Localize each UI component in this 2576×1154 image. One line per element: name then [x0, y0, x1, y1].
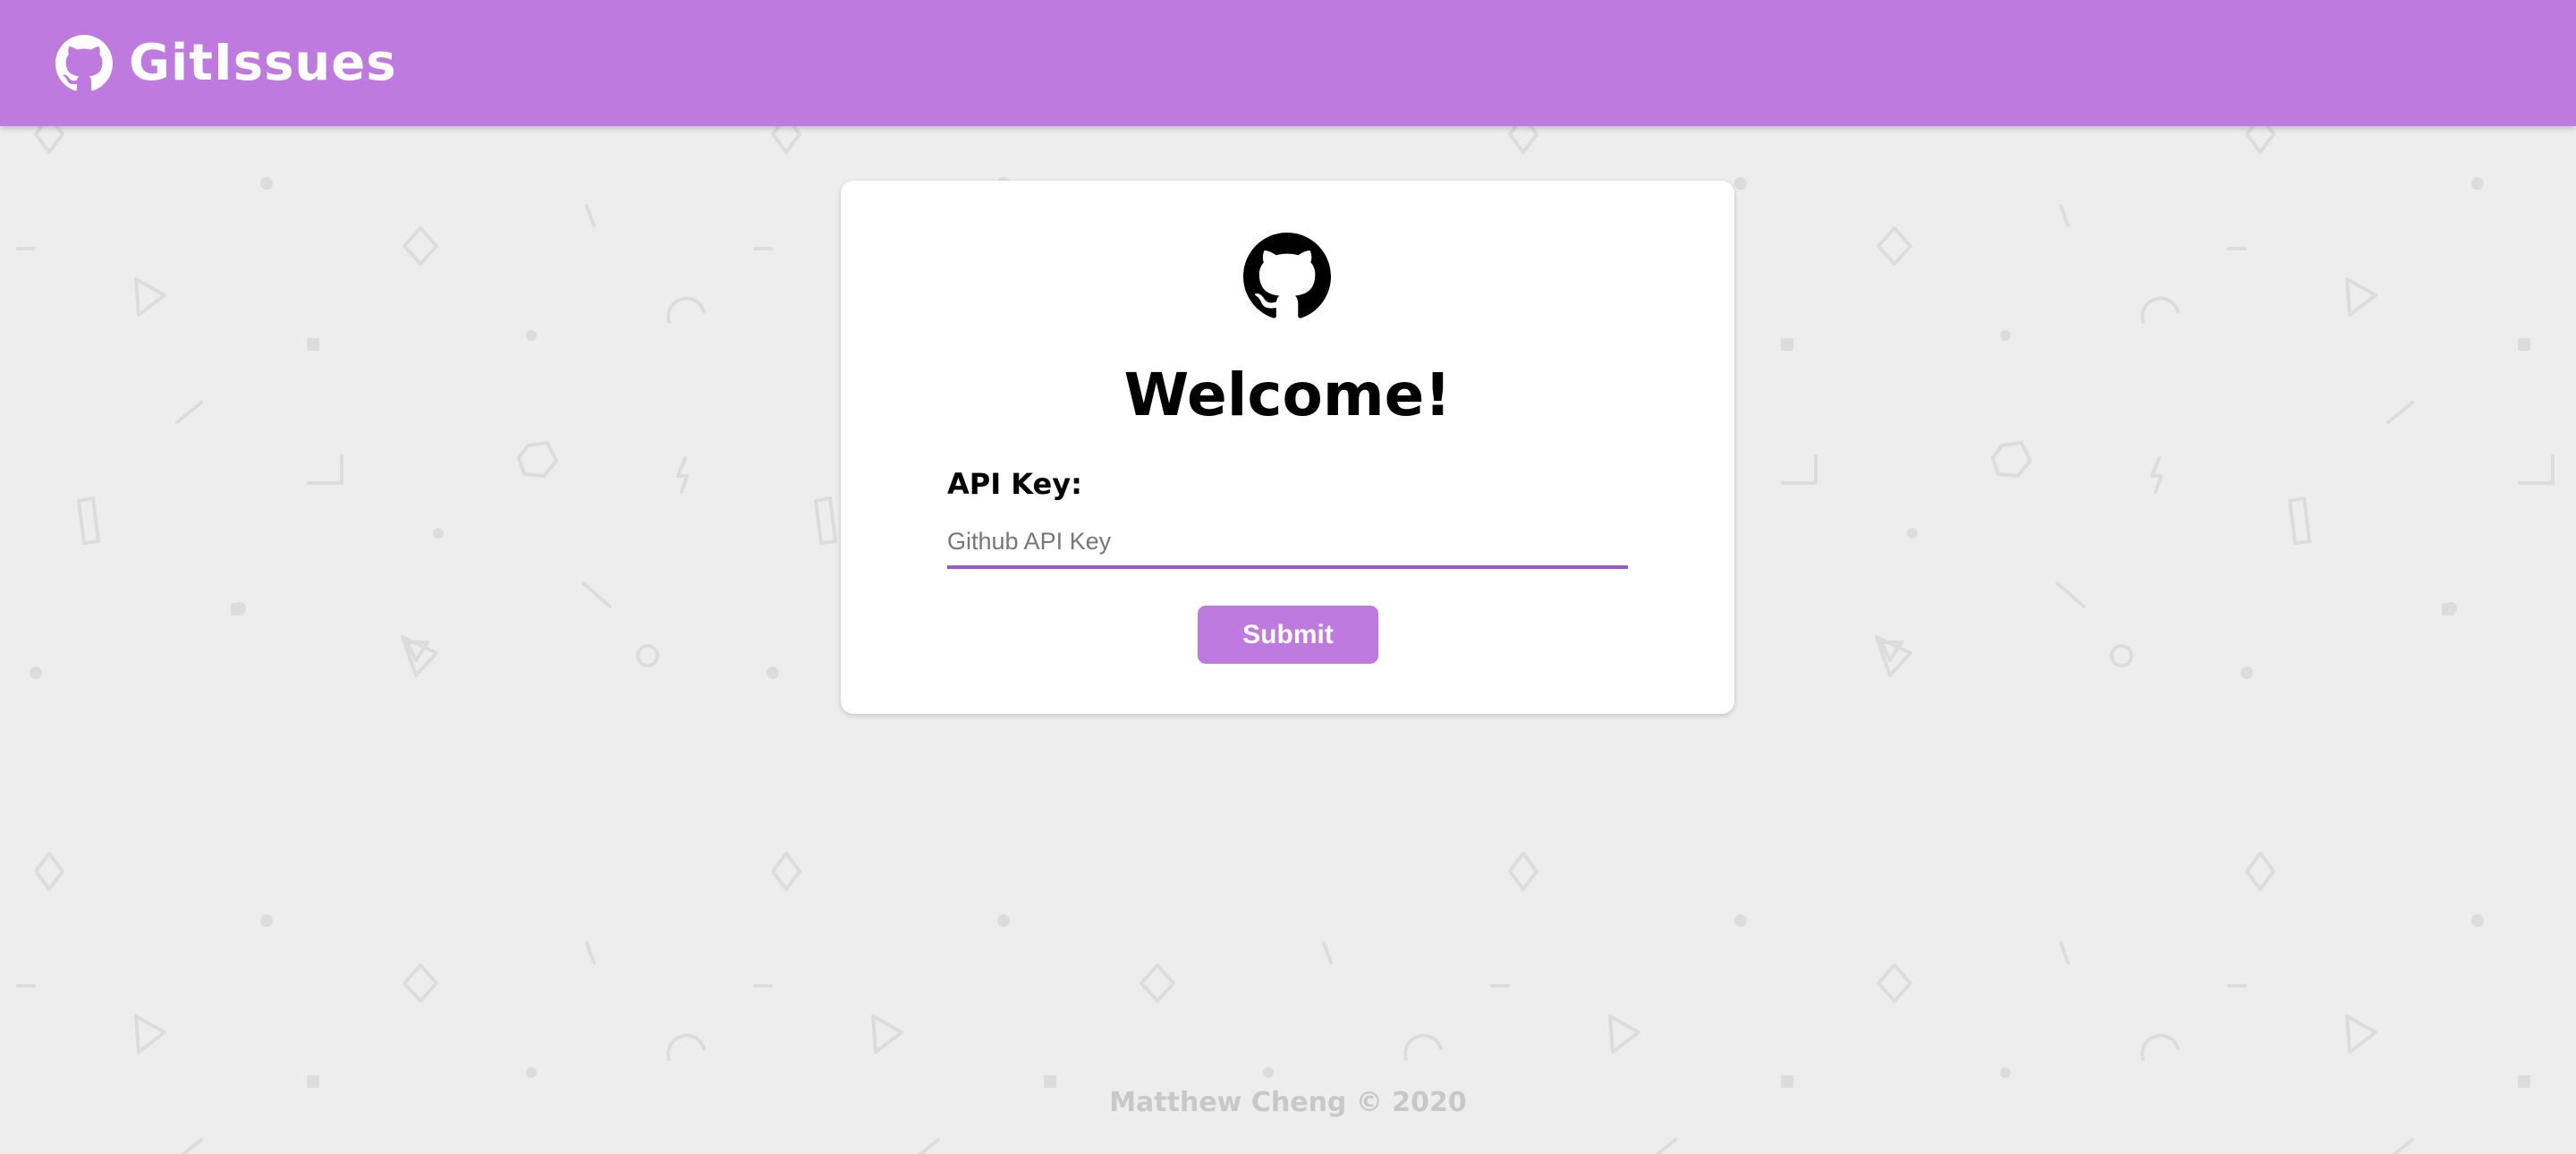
- footer-copyright: Matthew Cheng © 2020: [1109, 1087, 1467, 1118]
- submit-button[interactable]: Submit: [1198, 606, 1378, 664]
- github-icon: [1243, 233, 1331, 320]
- github-icon: [55, 35, 113, 92]
- login-card: Welcome! API Key: Submit: [841, 181, 1734, 714]
- app-header: GitIssues: [0, 0, 2576, 126]
- api-key-input[interactable]: [947, 517, 1628, 569]
- brand-name: GitIssues: [129, 34, 397, 92]
- api-key-label: API Key:: [947, 467, 1082, 501]
- welcome-title: Welcome!: [1123, 361, 1452, 429]
- brand[interactable]: GitIssues: [55, 32, 397, 95]
